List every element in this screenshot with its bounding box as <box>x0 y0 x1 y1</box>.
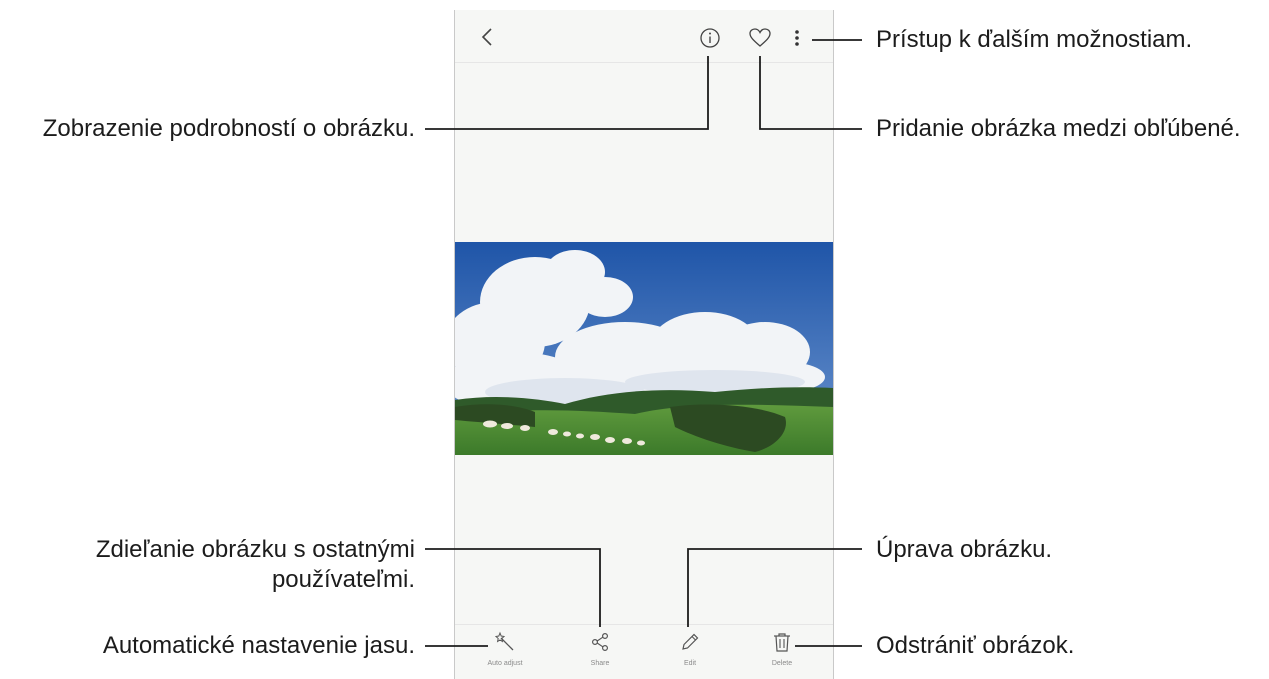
callout-edit: Úprava obrázku. <box>876 536 1053 563</box>
callout-more-options: Prístup k ďalším možnostiam. <box>876 26 1193 53</box>
callout-leader-lines <box>425 39 862 647</box>
callout-details: Zobrazenie podrobností o obrázku. <box>42 115 415 142</box>
callout-favorite: Pridanie obrázka medzi obľúbené. <box>876 115 1241 142</box>
callout-share-line2: používateľmi. <box>271 566 415 593</box>
callout-delete: Odstrániť obrázok. <box>876 632 1075 659</box>
callout-share-line1: Zdieľanie obrázku s ostatnými <box>95 536 415 563</box>
callout-auto-adjust: Automatické nastavenie jasu. <box>102 632 415 659</box>
